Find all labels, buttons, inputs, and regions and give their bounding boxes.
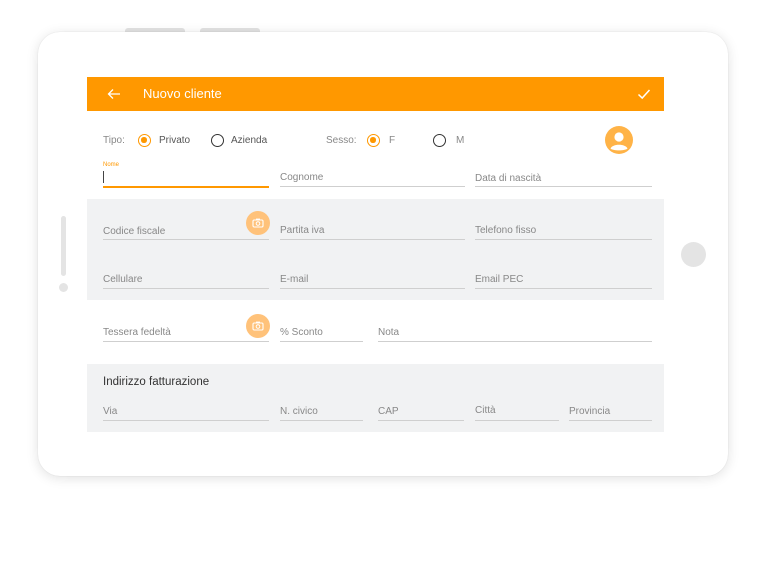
app-screen: Nuovo cliente Tipo: Privato Azienda Sess… bbox=[87, 77, 664, 432]
cap-placeholder: CAP bbox=[378, 406, 399, 417]
app-bar: Nuovo cliente bbox=[87, 77, 664, 111]
civico-input[interactable] bbox=[280, 420, 363, 421]
tipo-label: Tipo: bbox=[103, 135, 125, 146]
cellulare-input[interactable] bbox=[103, 288, 269, 289]
radio-m[interactable] bbox=[433, 134, 446, 147]
cognome-placeholder: Cognome bbox=[280, 172, 324, 183]
tablet-home-button bbox=[681, 242, 706, 267]
sconto-input[interactable] bbox=[280, 341, 363, 342]
telefono-fisso-placeholder: Telefono fisso bbox=[475, 225, 537, 236]
section-contatti bbox=[87, 199, 664, 300]
tablet-side-dot bbox=[59, 283, 68, 292]
camera-icon[interactable] bbox=[246, 314, 270, 338]
radio-m-label: M bbox=[456, 135, 465, 146]
tessera-input[interactable] bbox=[103, 341, 269, 342]
radio-f-label: F bbox=[389, 135, 396, 146]
check-icon[interactable] bbox=[635, 85, 653, 103]
text-cursor bbox=[103, 171, 104, 183]
tessera-placeholder: Tessera fedeltà bbox=[103, 327, 171, 338]
page-title: Nuovo cliente bbox=[143, 86, 222, 101]
tablet-side-button bbox=[61, 216, 66, 276]
radio-azienda-label: Azienda bbox=[231, 135, 268, 146]
indirizzo-title: Indirizzo fatturazione bbox=[103, 376, 210, 388]
email-input[interactable] bbox=[280, 288, 465, 289]
camera-icon[interactable] bbox=[246, 211, 270, 235]
email-placeholder: E-mail bbox=[280, 274, 309, 285]
radio-azienda[interactable] bbox=[211, 134, 224, 147]
via-input[interactable] bbox=[103, 420, 269, 421]
nota-placeholder: Nota bbox=[378, 327, 400, 338]
partita-iva-placeholder: Partita iva bbox=[280, 225, 325, 236]
sconto-placeholder: % Sconto bbox=[280, 327, 323, 338]
citta-placeholder: Città bbox=[475, 405, 496, 416]
cellulare-placeholder: Cellulare bbox=[103, 274, 143, 285]
nome-label: Nome bbox=[103, 162, 120, 168]
provincia-placeholder: Provincia bbox=[569, 406, 611, 417]
provincia-input[interactable] bbox=[569, 420, 652, 421]
radio-privato[interactable] bbox=[138, 134, 151, 147]
arrow-left-icon[interactable] bbox=[107, 84, 127, 104]
data-nascita-placeholder: Data di nascità bbox=[475, 173, 542, 184]
nota-input[interactable] bbox=[378, 341, 652, 342]
citta-input[interactable] bbox=[475, 420, 559, 421]
codice-fiscale-input[interactable] bbox=[103, 239, 269, 240]
data-nascita-input[interactable] bbox=[475, 186, 652, 187]
cap-input[interactable] bbox=[378, 420, 464, 421]
section-fedelta bbox=[87, 300, 664, 364]
nome-input[interactable] bbox=[103, 186, 269, 188]
user-avatar-icon[interactable] bbox=[605, 126, 633, 154]
email-pec-input[interactable] bbox=[475, 288, 652, 289]
codice-fiscale-placeholder: Codice fiscale bbox=[103, 226, 166, 237]
email-pec-placeholder: Email PEC bbox=[475, 274, 524, 285]
via-placeholder: Via bbox=[103, 406, 118, 417]
radio-f[interactable] bbox=[367, 134, 380, 147]
cognome-input[interactable] bbox=[280, 186, 465, 187]
sesso-label: Sesso: bbox=[326, 135, 357, 146]
partita-iva-input[interactable] bbox=[280, 239, 465, 240]
telefono-fisso-input[interactable] bbox=[475, 239, 652, 240]
radio-privato-label: Privato bbox=[159, 135, 191, 146]
civico-placeholder: N. civico bbox=[280, 406, 318, 417]
